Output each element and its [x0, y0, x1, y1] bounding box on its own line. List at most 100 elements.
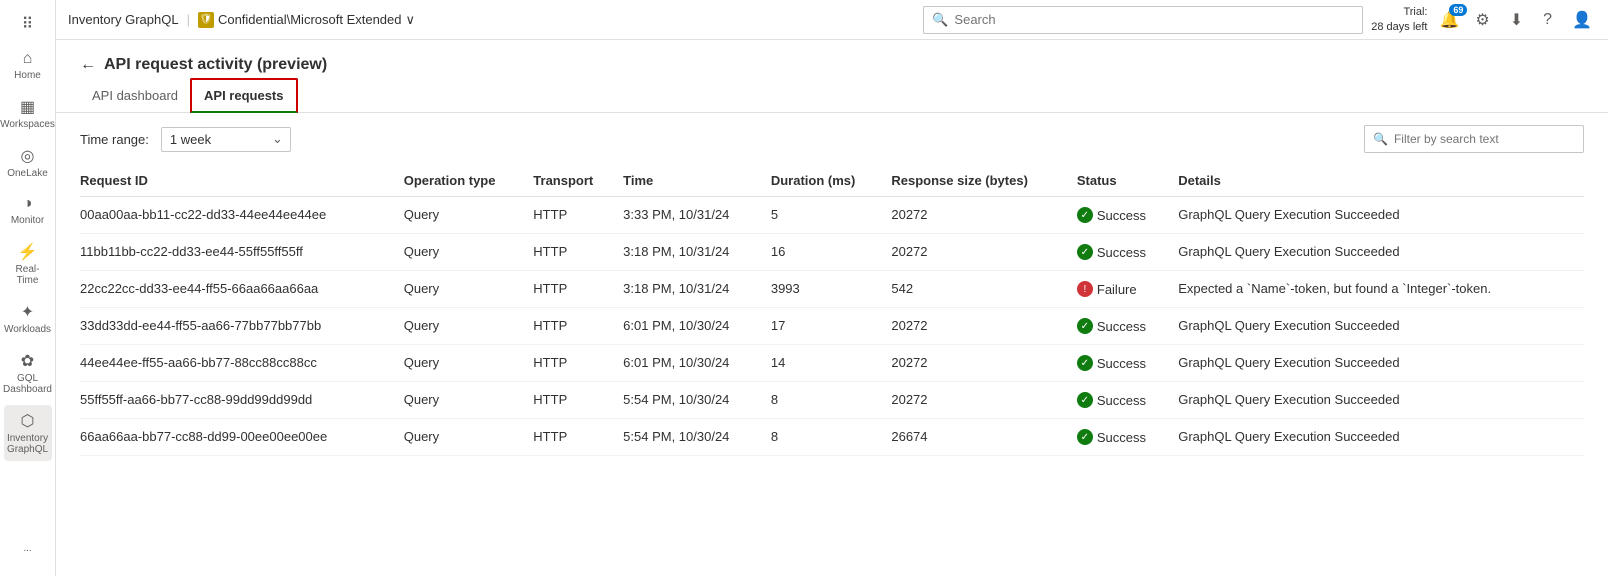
home-icon: ⌂ — [23, 50, 33, 68]
cell-time: 6:01 PM, 10/30/24 — [623, 308, 771, 345]
cell-duration: 17 — [771, 308, 892, 345]
status-label: Success — [1097, 245, 1146, 260]
cell-status: ✓ Success — [1077, 308, 1178, 345]
workspace-icon: 🛡 — [198, 12, 214, 28]
cell-transport: HTTP — [533, 197, 623, 234]
table-row[interactable]: 00aa00aa-bb11-cc22-dd33-44ee44ee44ee Que… — [80, 197, 1584, 234]
monitor-icon: ◑ — [23, 195, 33, 213]
success-icon: ✓ — [1077, 355, 1093, 371]
table-header: Request ID Operation type Transport Time… — [80, 165, 1584, 197]
col-transport: Transport — [533, 165, 623, 197]
onelake-icon: ◎ — [21, 146, 35, 166]
cell-request-id: 66aa66aa-bb77-cc88-dd99-00ee00ee00ee — [80, 419, 404, 456]
cell-response-size: 20272 — [891, 345, 1077, 382]
cell-request-id: 00aa00aa-bb11-cc22-dd33-44ee44ee44ee — [80, 197, 404, 234]
sidebar-item-label: Home — [14, 70, 41, 81]
sidebar-item-workloads[interactable]: ✦ Workloads — [4, 296, 52, 341]
sidebar-item-home[interactable]: ⌂ Home — [4, 44, 52, 87]
cell-status: ✓Success — [1077, 197, 1178, 234]
tab-bar: API dashboard API requests — [56, 78, 1608, 113]
more-label: ... — [23, 543, 31, 554]
cell-status: ✓ Success — [1077, 345, 1178, 382]
download-button[interactable]: ⬇ — [1506, 6, 1527, 34]
tab-api-requests[interactable]: API requests — [190, 78, 297, 113]
workspaces-icon: ▦ — [20, 97, 35, 117]
settings-button[interactable]: ⚙ — [1471, 6, 1493, 34]
time-range-select[interactable]: 1 week 1 day 1 month — [161, 127, 291, 152]
cell-details: Expected a `Name`-token, but found a `In… — [1178, 271, 1584, 308]
sidebar-more[interactable]: ... — [4, 537, 52, 560]
inventory-icon: ⬡ — [21, 411, 35, 431]
filter-search-input[interactable] — [1394, 132, 1575, 146]
sidebar-dots-top[interactable]: ⠿ — [4, 8, 52, 40]
profile-button[interactable]: 👤 — [1568, 6, 1596, 34]
trial-line1: Trial: — [1371, 5, 1427, 19]
search-input[interactable] — [954, 12, 1354, 27]
requests-table-area: Request ID Operation type Transport Time… — [56, 165, 1608, 576]
cell-response-size: 26674 — [891, 419, 1077, 456]
cell-details: GraphQL Query Execution Succeeded — [1178, 419, 1584, 456]
col-status: Status — [1077, 165, 1178, 197]
table-row[interactable]: 22cc22cc-dd33-ee44-ff55-66aa66aa66aa Que… — [80, 271, 1584, 308]
cell-operation-type: Query — [404, 197, 534, 234]
workspace-selector[interactable]: 🛡 Confidential\Microsoft Extended ∨ — [198, 12, 415, 28]
time-range-wrapper[interactable]: 1 week 1 day 1 month — [161, 127, 291, 152]
workloads-icon: ✦ — [21, 302, 34, 322]
page-header: ← API request activity (preview) — [56, 40, 1608, 74]
col-duration: Duration (ms) — [771, 165, 892, 197]
table-body: 00aa00aa-bb11-cc22-dd33-44ee44ee44ee Que… — [80, 197, 1584, 456]
cell-time: 3:33 PM, 10/31/24 — [623, 197, 771, 234]
sidebar-item-label: OneLake — [7, 168, 48, 179]
cell-transport: HTTP — [533, 345, 623, 382]
cell-operation-type: Query — [404, 308, 534, 345]
cell-transport: HTTP — [533, 308, 623, 345]
status-label: Success — [1097, 319, 1146, 334]
table-row[interactable]: 11bb11bb-cc22-dd33-ee44-55ff55ff55ff Que… — [80, 234, 1584, 271]
table-row[interactable]: 55ff55ff-aa66-bb77-cc88-99dd99dd99dd Que… — [80, 382, 1584, 419]
cell-details: GraphQL Query Execution Succeeded — [1178, 234, 1584, 271]
sidebar-item-realtime[interactable]: ⚡ Real-Time — [4, 236, 52, 292]
col-details: Details — [1178, 165, 1584, 197]
success-icon: ✓ — [1077, 429, 1093, 445]
cell-time: 5:54 PM, 10/30/24 — [623, 419, 771, 456]
success-icon: ✓ — [1077, 244, 1093, 260]
status-label: Success — [1097, 356, 1146, 371]
cell-request-id: 44ee44ee-ff55-aa66-bb77-88cc88cc88cc — [80, 345, 404, 382]
trial-line2: 28 days left — [1371, 20, 1427, 34]
filter-search-bar[interactable]: 🔍 — [1364, 125, 1584, 153]
help-button[interactable]: ? — [1539, 7, 1556, 33]
sidebar-item-monitor[interactable]: ◑ Monitor — [4, 189, 52, 232]
cell-operation-type: Query — [404, 382, 534, 419]
sidebar-item-workspaces[interactable]: ▦ Workspaces — [4, 91, 52, 136]
topbar: Inventory GraphQL | 🛡 Confidential\Micro… — [56, 0, 1608, 40]
cell-time: 3:18 PM, 10/31/24 — [623, 234, 771, 271]
sidebar-item-label: Inventory GraphQL — [7, 433, 48, 455]
table-row[interactable]: 44ee44ee-ff55-aa66-bb77-88cc88cc88cc Que… — [80, 345, 1584, 382]
time-range-label: Time range: — [80, 132, 149, 147]
tab-api-dashboard[interactable]: API dashboard — [80, 80, 190, 113]
sidebar-item-inventorygraphql[interactable]: ⬡ Inventory GraphQL — [4, 405, 52, 461]
status-label: Failure — [1097, 282, 1137, 297]
col-request-id: Request ID — [80, 165, 404, 197]
sidebar-item-gqldashboard[interactable]: ✿ GQL Dashboard — [4, 345, 52, 401]
cell-status: ✓ Success — [1077, 234, 1178, 271]
success-icon: ✓ — [1077, 392, 1093, 408]
cell-duration: 16 — [771, 234, 892, 271]
sidebar-item-label: Real-Time — [8, 264, 48, 286]
content-area: ← API request activity (preview) API das… — [56, 40, 1608, 576]
success-icon: ✓ — [1077, 318, 1093, 334]
global-search-bar[interactable]: 🔍 — [923, 6, 1363, 34]
notification-button[interactable]: 🔔 69 — [1440, 10, 1460, 30]
search-icon: 🔍 — [932, 12, 948, 28]
cell-duration: 8 — [771, 419, 892, 456]
workspace-name: Confidential\Microsoft Extended — [218, 12, 402, 27]
table-row[interactable]: 33dd33dd-ee44-ff55-aa66-77bb77bb77bb Que… — [80, 308, 1584, 345]
cell-status: ✓Success — [1077, 382, 1178, 419]
sidebar-item-onelake[interactable]: ◎ OneLake — [4, 140, 52, 185]
status-label: Success — [1097, 430, 1146, 445]
cell-response-size: 20272 — [891, 382, 1077, 419]
cell-operation-type: Query — [404, 234, 534, 271]
table-row[interactable]: 66aa66aa-bb77-cc88-dd99-00ee00ee00ee Que… — [80, 419, 1584, 456]
back-button[interactable]: ← — [80, 56, 96, 74]
cell-response-size: 20272 — [891, 234, 1077, 271]
